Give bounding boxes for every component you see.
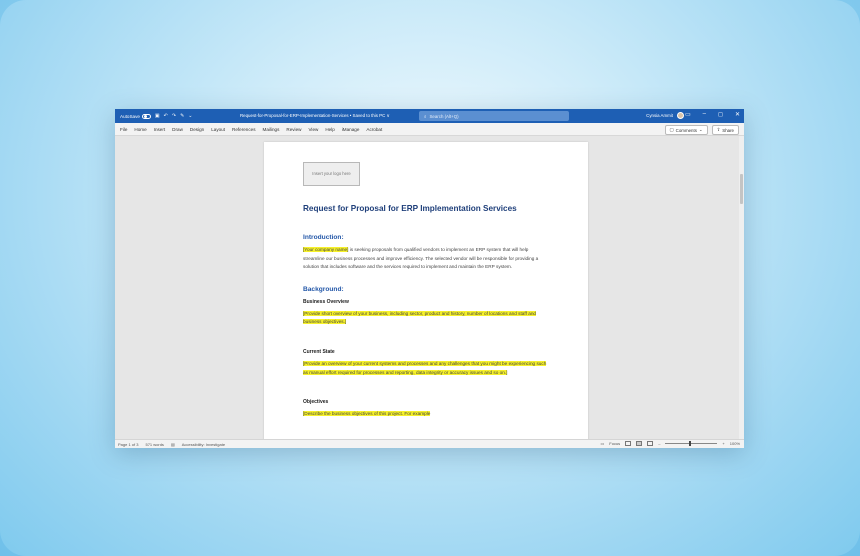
menu-layout[interactable]: Layout bbox=[211, 127, 225, 132]
word-window: AutoSave ▣ ↶ ↷ ✎ ⌄ Request-for-Proposal-… bbox=[115, 109, 744, 448]
menu-draw[interactable]: Draw bbox=[172, 127, 183, 132]
web-layout-icon[interactable] bbox=[647, 441, 654, 446]
print-layout-icon[interactable] bbox=[636, 441, 643, 446]
search-placeholder: Search (Alt+Q) bbox=[429, 113, 459, 119]
save-icon[interactable]: ▣ bbox=[155, 113, 160, 119]
menu-right-actions: ▢ Comments ⌄ ⇪ Share bbox=[664, 125, 739, 135]
user-area[interactable]: Cynsia Ammit bbox=[646, 112, 684, 119]
document-workspace: Insert your logo here Request for Propos… bbox=[115, 136, 744, 439]
comments-label: Comments bbox=[675, 127, 697, 133]
scrollbar-thumb[interactable] bbox=[740, 174, 743, 204]
menu-view[interactable]: View bbox=[308, 127, 318, 132]
company-name-placeholder[interactable]: [Your company name] bbox=[303, 247, 349, 252]
autosave-toggle[interactable] bbox=[141, 113, 151, 119]
comment-icon: ▢ bbox=[669, 127, 674, 132]
menu-imanage[interactable]: iManage bbox=[342, 127, 360, 132]
introduction-heading: Introduction: bbox=[303, 234, 344, 241]
background-heading: Background: bbox=[303, 285, 344, 293]
user-name: Cynsia Ammit bbox=[646, 113, 673, 118]
autosave-control[interactable]: AutoSave bbox=[120, 113, 151, 119]
customize-toolbar-icon[interactable]: ⌄ bbox=[188, 113, 192, 119]
menu-design[interactable]: Design bbox=[190, 127, 204, 132]
focus-button[interactable]: Focus bbox=[609, 441, 620, 446]
business-overview-heading: Business Overview bbox=[303, 298, 349, 305]
proofing-icon[interactable]: ▤ bbox=[171, 442, 175, 447]
status-right: ▭ Focus – + 100% bbox=[601, 441, 740, 446]
background-card: AutoSave ▣ ↶ ↷ ✎ ⌄ Request-for-Proposal-… bbox=[0, 0, 860, 556]
status-bar: Page 1 of 3 571 words ▤ Accessibility: I… bbox=[115, 439, 744, 448]
undo-icon[interactable]: ↶ bbox=[164, 113, 168, 119]
zoom-out-icon[interactable]: – bbox=[658, 441, 660, 446]
format-painter-icon[interactable]: ✎ bbox=[180, 113, 184, 119]
minimize-icon[interactable]: – bbox=[703, 111, 706, 118]
chevron-down-icon: ⌄ bbox=[698, 127, 703, 132]
page-count[interactable]: Page 1 of 3 bbox=[118, 442, 138, 447]
menu-insert[interactable]: Insert bbox=[154, 127, 166, 132]
current-state-paragraph: [Provide an overview of your current sys… bbox=[303, 360, 548, 377]
document-title[interactable]: Request-for-Proposal-for-ERP-Implementat… bbox=[240, 113, 390, 119]
current-state-text[interactable]: [Provide an overview of your current sys… bbox=[303, 360, 547, 375]
share-button[interactable]: ⇪ Share bbox=[711, 125, 739, 135]
menu-bar: File Home Insert Draw Design Layout Refe… bbox=[115, 123, 744, 136]
accessibility-status[interactable]: Accessibility: Investigate bbox=[182, 442, 225, 447]
search-icon: ⌕ bbox=[424, 113, 427, 119]
zoom-in-icon[interactable]: + bbox=[722, 441, 724, 446]
avatar[interactable] bbox=[677, 112, 684, 119]
ribbon-display-icon[interactable]: ▭ bbox=[685, 111, 691, 118]
business-overview-text[interactable]: [Provide short overview of your business… bbox=[303, 310, 537, 325]
objectives-paragraph: [Describe the business objectives of thi… bbox=[303, 410, 548, 419]
menu-mailings[interactable]: Mailings bbox=[263, 127, 280, 132]
word-count[interactable]: 571 words bbox=[145, 442, 163, 447]
share-icon: ⇪ bbox=[716, 127, 721, 132]
menu-review[interactable]: Review bbox=[286, 127, 301, 132]
menu-home[interactable]: Home bbox=[134, 127, 146, 132]
comments-button[interactable]: ▢ Comments ⌄ bbox=[664, 125, 708, 135]
document-title-heading: Request for Proposal for ERP Implementat… bbox=[303, 204, 517, 213]
title-bar: AutoSave ▣ ↶ ↷ ✎ ⌄ Request-for-Proposal-… bbox=[115, 109, 744, 123]
read-mode-icon[interactable] bbox=[625, 441, 632, 446]
logo-placeholder[interactable]: Insert your logo here bbox=[303, 162, 360, 186]
maximize-icon[interactable]: ◻ bbox=[718, 111, 723, 118]
menu-file[interactable]: File bbox=[120, 127, 127, 132]
business-overview-paragraph: [Provide short overview of your business… bbox=[303, 310, 548, 327]
autosave-label: AutoSave bbox=[120, 113, 140, 119]
objectives-heading: Objectives bbox=[303, 399, 329, 406]
window-controls: ▭ – ◻ ✕ bbox=[685, 111, 740, 118]
menu-help[interactable]: Help bbox=[325, 127, 334, 132]
current-state-heading: Current State bbox=[303, 348, 335, 355]
search-box[interactable]: ⌕ Search (Alt+Q) bbox=[419, 111, 569, 121]
zoom-level[interactable]: 100% bbox=[730, 441, 740, 446]
redo-icon[interactable]: ↷ bbox=[172, 113, 176, 119]
menu-acrobat[interactable]: Acrobat bbox=[366, 127, 382, 132]
zoom-slider[interactable] bbox=[665, 441, 718, 446]
share-label: Share bbox=[722, 127, 734, 133]
focus-icon[interactable]: ▭ bbox=[601, 441, 605, 446]
objectives-text[interactable]: [Describe the business objectives of thi… bbox=[303, 411, 431, 417]
introduction-paragraph: [Your company name] is seeking proposals… bbox=[303, 246, 548, 272]
menu-references[interactable]: References bbox=[232, 127, 256, 132]
close-icon[interactable]: ✕ bbox=[735, 111, 740, 118]
document-page[interactable]: Insert your logo here Request for Propos… bbox=[264, 142, 588, 439]
vertical-scrollbar[interactable] bbox=[739, 136, 744, 439]
